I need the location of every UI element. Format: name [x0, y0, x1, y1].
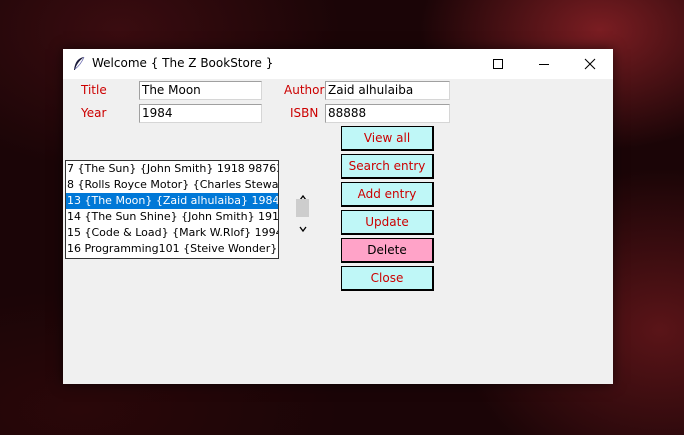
list-item[interactable]: 7 {The Sun} {John Smith} 1918 98763463 — [66, 161, 278, 177]
list-item[interactable]: 8 {Rolls Royce Motor} {Charles Stewart R — [66, 177, 278, 193]
list-item[interactable]: 15 {Code & Load} {Mark W.Rlof} 1994 36 — [66, 225, 278, 241]
window-title: Welcome { The Z BookStore } — [92, 56, 274, 70]
title-label: Title — [81, 83, 107, 97]
maximize-button[interactable] — [475, 49, 521, 79]
list-item-selected[interactable]: 13 {The Moon} {Zaid alhulaiba} 1984 888 — [66, 193, 278, 209]
minimize-icon — [539, 64, 549, 65]
search-entry-button[interactable]: Search entry — [341, 154, 434, 179]
close-window-button[interactable] — [567, 49, 613, 79]
list-item[interactable]: 16 Programming101 {Steive Wonder} 19 — [66, 241, 278, 257]
minimize-button[interactable] — [521, 49, 567, 79]
delete-selected-button[interactable]: Delete selected — [341, 238, 434, 279]
isbn-label: ISBN — [290, 106, 319, 120]
add-entry-button[interactable]: Add entry — [341, 182, 434, 207]
author-field[interactable]: Zaid alhulaiba — [325, 81, 450, 100]
books-listbox[interactable]: 7 {The Sun} {John Smith} 1918 98763463 8… — [65, 160, 279, 259]
close-icon — [584, 58, 596, 70]
title-bar[interactable]: Welcome { The Z BookStore } — [63, 49, 613, 79]
title-field[interactable]: The Moon — [139, 81, 262, 100]
chevron-down-icon — [299, 226, 307, 233]
scroll-down-button[interactable] — [297, 219, 309, 233]
scroll-up-button[interactable] — [297, 188, 309, 201]
view-all-button[interactable]: View all — [341, 126, 434, 151]
list-item[interactable]: 14 {The Sun Shine} {John Smith} 1918 98 — [66, 209, 278, 225]
isbn-field[interactable]: 88888 — [325, 104, 450, 123]
year-label: Year — [81, 106, 107, 120]
bookstore-window: Welcome { The Z BookStore } Title The Mo… — [63, 49, 613, 384]
update-selected-button[interactable]: Update selected — [341, 210, 434, 251]
scrollbar-thumb[interactable] — [296, 199, 309, 217]
feather-icon — [72, 56, 86, 72]
year-field[interactable]: 1984 — [139, 104, 262, 123]
close-button[interactable]: Close — [341, 266, 434, 291]
maximize-icon — [493, 59, 503, 69]
author-label: Author — [284, 83, 325, 97]
